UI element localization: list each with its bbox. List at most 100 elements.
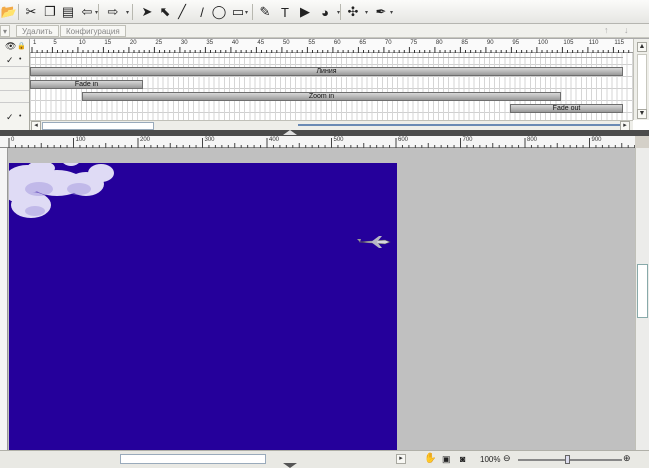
ruler-tick-label: 90	[486, 40, 494, 46]
ruler-tick-label: 110	[588, 40, 599, 46]
dropdown-arrow-icon[interactable]: ▾	[95, 9, 98, 16]
dropdown-arrow-icon[interactable]: ▾	[0, 25, 10, 37]
delete-button[interactable]: Удалить	[16, 25, 59, 37]
toolbar-separator	[98, 4, 99, 20]
vertical-ruler	[0, 148, 8, 450]
ruler-tick-label: 500	[333, 137, 344, 143]
cloud-image[interactable]	[9, 163, 114, 218]
timeline-vscroll[interactable]: ▲ ▼	[633, 39, 649, 120]
paste-icon[interactable]: ▤	[59, 3, 77, 21]
undo-icon[interactable]: ⇦	[78, 3, 96, 21]
play-icon[interactable]: ▶	[296, 3, 314, 21]
ruler-tick-label: 40	[231, 40, 239, 46]
hscroll-thumb[interactable]	[120, 454, 266, 464]
canvas-ruler: 0 100 200 300 400 500 600 700 800 900	[0, 136, 635, 148]
copy-icon[interactable]: ❐	[41, 3, 59, 21]
jet-aircraft-image[interactable]	[357, 236, 391, 248]
dot-icon: •	[19, 56, 22, 63]
ruler-tick-label: 105	[563, 40, 574, 46]
ruler-tick-label: 15	[104, 40, 112, 46]
cut-icon[interactable]: ✂	[22, 3, 40, 21]
clip-fade-in[interactable]: Fade in	[30, 80, 143, 89]
ruler-tick-label: 600	[398, 137, 409, 143]
globe-icon[interactable]: ◕	[316, 3, 334, 21]
toolbar-separator	[18, 4, 19, 20]
marker-icon[interactable]: ✒	[372, 3, 390, 21]
ruler-tick-label: 700	[462, 137, 473, 143]
ellipse-icon[interactable]: ◯	[210, 3, 228, 21]
dropdown-arrow-icon[interactable]: ▾	[245, 9, 248, 16]
select-arrow-icon[interactable]: ➤	[138, 3, 156, 21]
canvas-vscroll[interactable]	[635, 148, 649, 450]
zoom-slider-track[interactable]	[518, 459, 622, 461]
ruler-tick-label: 900	[591, 137, 602, 143]
zoom-slider-thumb[interactable]	[565, 455, 570, 464]
move-up-icon[interactable]: ↑	[604, 25, 609, 35]
check-icon[interactable]: ✓	[6, 112, 14, 123]
ruler-tick-label: 70	[384, 40, 392, 46]
text-icon[interactable]: T	[276, 3, 294, 21]
ruler-tick-label: 95	[512, 40, 520, 46]
ruler-tick-label: 60	[333, 40, 341, 46]
layer-column: 👁 🔒 ✓ • ✓ •	[0, 39, 30, 131]
fit-window-icon[interactable]: ▣	[442, 454, 451, 465]
timeline-ruler[interactable]: 1 5 10 15 20 25 30 35 40 45 50 55 60 65 70 75 80 85 90 95 10…	[30, 39, 633, 53]
scroll-thumb[interactable]	[637, 54, 647, 114]
redo-icon[interactable]: ⇨	[104, 3, 122, 21]
ruler-tick-label: 1	[33, 40, 37, 46]
workspace[interactable]	[0, 148, 649, 450]
clip-line[interactable]: Линия	[30, 67, 623, 76]
move-down-icon[interactable]: ↓	[624, 25, 629, 35]
scroll-up-icon[interactable]: ▲	[637, 42, 647, 52]
timeline-tracks[interactable]: Линия Fade in Zoom in Fade out	[30, 53, 633, 120]
ruler-tick-label: 45	[257, 40, 265, 46]
pen-line-icon[interactable]: /	[193, 3, 211, 21]
ruler-tick-label: 75	[410, 40, 418, 46]
direct-select-icon[interactable]: ⬉	[156, 3, 174, 21]
folder-open-icon[interactable]: 📂	[0, 3, 18, 21]
splitter-handle-icon[interactable]	[283, 130, 297, 135]
toolbar-separator	[340, 4, 341, 20]
timeline-panel: 👁 🔒 ✓ • ✓ • 1 5 10 15 20 25 30 35 40 45 50 55 60 65 70…	[0, 38, 649, 131]
toolbar-separator	[132, 4, 133, 20]
lock-icon[interactable]: 🔒	[17, 42, 26, 50]
ruler-tick-label: 200	[140, 137, 151, 143]
scroll-right-icon[interactable]: ▸	[396, 454, 406, 464]
scroll-thumb[interactable]	[42, 122, 154, 130]
preview-icon[interactable]: ◙	[460, 454, 465, 464]
status-bar: ▸ ✋ ▣ ◙ 100% ⊖ ⊕	[0, 450, 649, 468]
zoom-in-icon[interactable]: ⊕	[623, 453, 631, 464]
toolbar-separator	[252, 4, 253, 20]
ruler-tick-label: 50	[282, 40, 290, 46]
expand-handle-icon[interactable]	[283, 463, 297, 468]
dropdown-arrow-icon[interactable]: ▾	[126, 9, 129, 16]
dot-icon: •	[19, 113, 22, 120]
stage-artwork	[9, 163, 391, 248]
hand-tool-icon[interactable]: ✋	[424, 453, 436, 464]
ruler-tick-label: 65	[359, 40, 367, 46]
dropdown-arrow-icon[interactable]: ▾	[365, 9, 368, 16]
magic-wand-icon[interactable]: ✣	[344, 3, 362, 21]
line-icon[interactable]: ╱	[173, 3, 191, 21]
stage-canvas[interactable]	[9, 163, 397, 450]
ruler-tick-label: 20	[129, 40, 137, 46]
scroll-thumb[interactable]	[637, 264, 648, 318]
ruler-tick-label: 100	[537, 40, 548, 46]
ruler-tick-label: 800	[527, 137, 538, 143]
scroll-down-icon[interactable]: ▼	[637, 109, 647, 119]
ruler-tick-label: 400	[269, 137, 280, 143]
clip-zoom-in[interactable]: Zoom in	[82, 92, 561, 101]
zoom-out-icon[interactable]: ⊖	[503, 453, 511, 464]
check-icon[interactable]: ✓	[6, 55, 14, 66]
ruler-tick-label: 25	[155, 40, 163, 46]
ruler-tick-label: 35	[206, 40, 214, 46]
pencil-icon[interactable]: ✎	[256, 3, 274, 21]
ruler-tick-label: 55	[308, 40, 316, 46]
dropdown-arrow-icon[interactable]: ▾	[390, 9, 393, 16]
dropdown-arrow-icon[interactable]: ▾	[337, 9, 340, 16]
playhead-range	[298, 124, 628, 126]
clip-fade-out[interactable]: Fade out	[510, 104, 623, 113]
eye-icon[interactable]: 👁	[5, 41, 16, 52]
track-divider	[30, 57, 623, 58]
config-button[interactable]: Конфигурация	[60, 25, 126, 37]
